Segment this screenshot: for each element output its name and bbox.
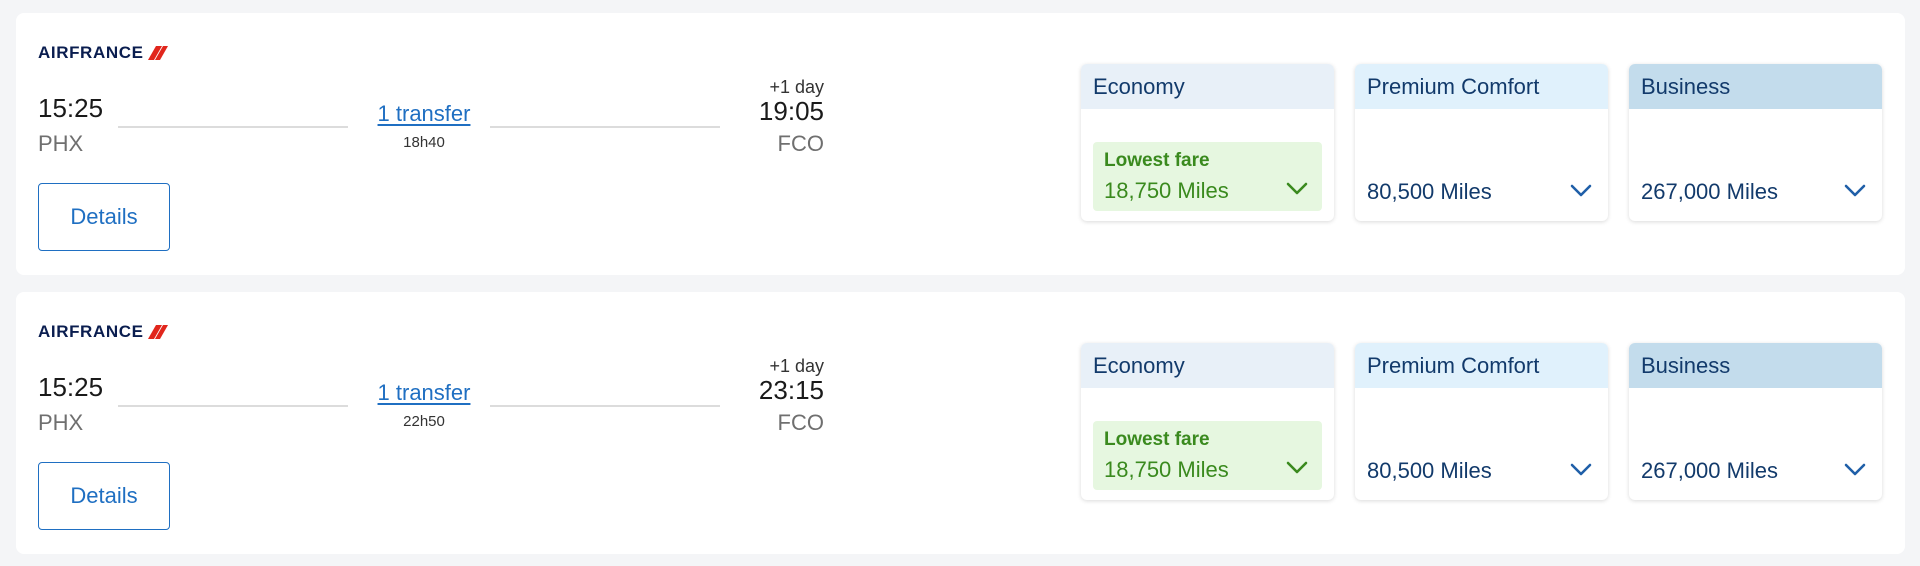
route-line-right xyxy=(490,405,720,407)
fare-premium-comfort[interactable]: Premium Comfort 80,500 Miles xyxy=(1355,64,1608,221)
arrival-airport-code: FCO xyxy=(777,410,824,435)
route-line-left xyxy=(118,405,348,407)
fare-business[interactable]: Business 267,000 Miles xyxy=(1629,343,1882,500)
departure-airport-code: PHX xyxy=(38,131,84,156)
fare-premium-comfort[interactable]: Premium Comfort 80,500 Miles xyxy=(1355,343,1608,500)
fare-economy-price: 18,750 Miles xyxy=(1104,178,1229,203)
departure-time: 15:25 xyxy=(38,372,104,402)
flight-duration: 18h40 xyxy=(403,134,445,151)
fare-business-price: 267,000 Miles xyxy=(1641,179,1778,204)
fare-economy-price: 18,750 Miles xyxy=(1104,457,1229,482)
fare-premium-comfort-title: Premium Comfort xyxy=(1355,343,1608,388)
transfer-link[interactable]: 1 transfer xyxy=(368,380,480,406)
arrival-airport-code: FCO xyxy=(777,131,824,156)
fare-premium-comfort-price: 80,500 Miles xyxy=(1367,458,1492,483)
fare-economy[interactable]: Economy Lowest fare 18,750 Miles xyxy=(1081,64,1334,221)
airline-logo-stripe-icon xyxy=(147,46,168,60)
airline-logo-stripe-icon xyxy=(147,325,168,339)
airline-logo: AIRFRANCE xyxy=(38,43,168,63)
fare-economy-title: Economy xyxy=(1081,64,1334,109)
chevron-down-icon xyxy=(1570,184,1592,197)
chevron-down-icon xyxy=(1286,182,1308,195)
chevron-down-icon xyxy=(1286,461,1308,474)
fare-economy[interactable]: Economy Lowest fare 18,750 Miles xyxy=(1081,343,1334,500)
lowest-fare-box: Lowest fare 18,750 Miles xyxy=(1093,421,1322,490)
fare-business-title: Business xyxy=(1629,64,1882,109)
fare-premium-comfort-title: Premium Comfort xyxy=(1355,64,1608,109)
arrival-time: 23:15 xyxy=(758,375,824,405)
fare-business-title: Business xyxy=(1629,343,1882,388)
lowest-fare-badge: Lowest fare xyxy=(1104,429,1210,450)
flight-duration: 22h50 xyxy=(403,413,445,430)
fare-business[interactable]: Business 267,000 Miles xyxy=(1629,64,1882,221)
lowest-fare-box: Lowest fare 18,750 Miles xyxy=(1093,142,1322,211)
arrival-time: 19:05 xyxy=(758,96,824,126)
fare-economy-title: Economy xyxy=(1081,343,1334,388)
day-offset: +1 day xyxy=(769,356,824,376)
chevron-down-icon xyxy=(1844,184,1866,197)
chevron-down-icon xyxy=(1844,463,1866,476)
route-line-right xyxy=(490,126,720,128)
departure-airport-code: PHX xyxy=(38,410,84,435)
fare-premium-comfort-price: 80,500 Miles xyxy=(1367,179,1492,204)
lowest-fare-badge: Lowest fare xyxy=(1104,150,1210,171)
departure-time: 15:25 xyxy=(38,93,104,123)
details-button[interactable]: Details xyxy=(38,183,170,251)
route-line-left xyxy=(118,126,348,128)
airline-logo: AIRFRANCE xyxy=(38,322,168,342)
day-offset: +1 day xyxy=(769,77,824,97)
details-button[interactable]: Details xyxy=(38,462,170,530)
chevron-down-icon xyxy=(1570,463,1592,476)
flight-card: AIRFRANCE 15:25 PHX 1 transfer 18h40 +1 … xyxy=(16,13,1905,275)
airline-logo-text: AIRFRANCE xyxy=(38,43,144,62)
airline-logo-text: AIRFRANCE xyxy=(38,322,144,341)
fare-business-price: 267,000 Miles xyxy=(1641,458,1778,483)
transfer-link[interactable]: 1 transfer xyxy=(368,101,480,127)
flight-card: AIRFRANCE 15:25 PHX 1 transfer 22h50 +1 … xyxy=(16,292,1905,554)
